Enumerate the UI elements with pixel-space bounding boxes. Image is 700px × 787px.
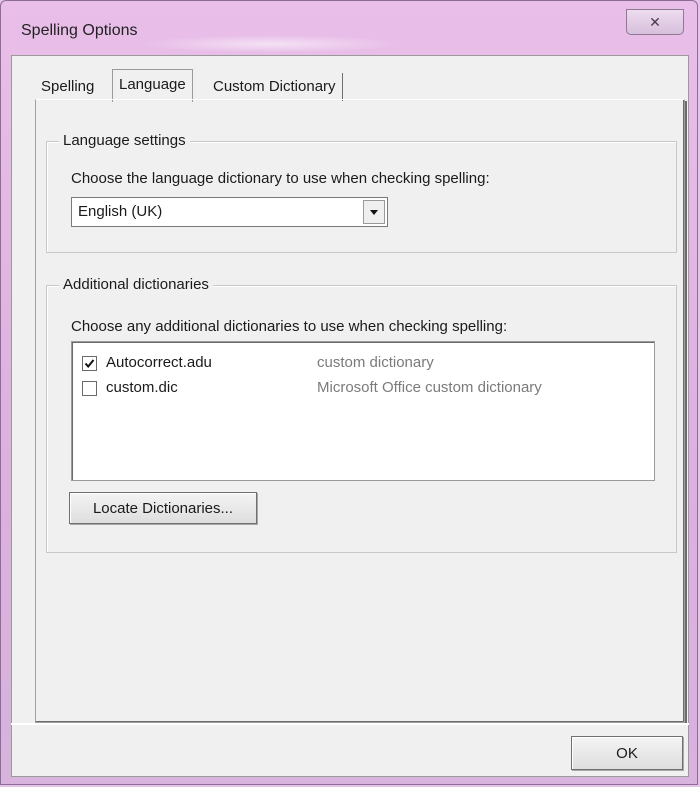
dictionary-row-autocorrect[interactable]: Autocorrect.adu custom dictionary: [82, 353, 642, 375]
language-prompt: Choose the language dictionary to use wh…: [71, 170, 490, 187]
dictionary-name: custom.dic: [106, 379, 178, 396]
tab-spelling[interactable]: Spelling: [35, 73, 100, 101]
checkmark-icon: [84, 359, 95, 369]
dictionaries-listbox[interactable]: Autocorrect.adu custom dictionary custom…: [71, 341, 655, 481]
tab-language[interactable]: Language: [112, 69, 193, 102]
tab-custom-dictionary[interactable]: Custom Dictionary: [207, 73, 343, 101]
close-button[interactable]: ✕: [626, 9, 684, 35]
additional-dictionaries-legend: Additional dictionaries: [59, 276, 213, 293]
panel-shadow-edge: [685, 101, 687, 723]
dictionary-description: custom dictionary: [317, 354, 434, 371]
additional-dictionaries-prompt: Choose any additional dictionaries to us…: [71, 318, 508, 335]
title-bar-glow: [141, 35, 401, 53]
dialog-window: Spelling Options ✕ Spelling Language Cus…: [0, 0, 698, 785]
chevron-down-icon: [370, 209, 378, 215]
dictionary-name: Autocorrect.adu: [106, 354, 212, 371]
dictionary-row-custom[interactable]: custom.dic Microsoft Office custom dicti…: [82, 378, 642, 400]
window-title: Spelling Options: [21, 22, 138, 39]
locate-dictionaries-button[interactable]: Locate Dictionaries...: [69, 492, 257, 524]
ok-button[interactable]: OK: [571, 736, 683, 770]
dictionary-description: Microsoft Office custom dictionary: [317, 379, 542, 396]
language-settings-legend: Language settings: [59, 132, 190, 149]
close-icon: ✕: [649, 13, 661, 30]
dictionary-checkbox-custom[interactable]: [82, 381, 97, 396]
language-dropdown[interactable]: English (UK): [71, 197, 388, 227]
dictionary-checkbox-autocorrect[interactable]: [82, 356, 97, 371]
language-selected-value: English (UK): [78, 203, 163, 220]
dropdown-arrow-button[interactable]: [363, 200, 385, 224]
footer-separator: [11, 723, 689, 725]
